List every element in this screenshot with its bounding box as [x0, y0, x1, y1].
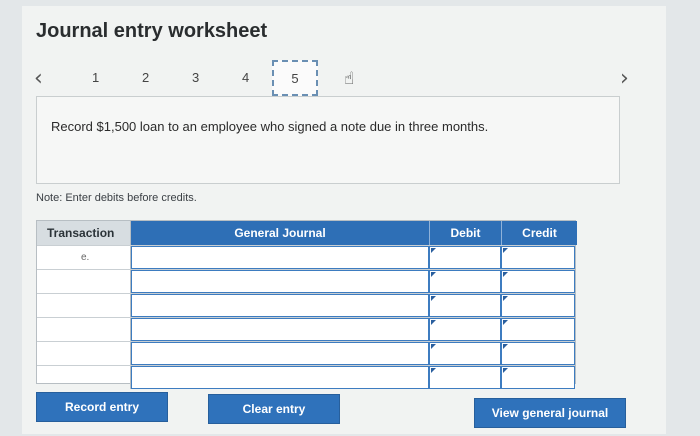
page-title: Journal entry worksheet	[36, 20, 268, 42]
transaction-cell	[37, 294, 131, 317]
step-2[interactable]: 2	[142, 70, 149, 85]
column-header-debit: Debit	[429, 221, 501, 245]
transaction-cell: e.	[37, 246, 131, 269]
step-5-active[interactable]: 5	[272, 60, 318, 96]
debit-input[interactable]	[429, 342, 501, 365]
credit-input[interactable]	[501, 270, 575, 293]
table-row	[37, 317, 575, 341]
column-header-credit: Credit	[501, 221, 577, 245]
transaction-cell	[37, 366, 131, 389]
transaction-cell	[37, 270, 131, 293]
task-text: Record $1,500 loan to an employee who si…	[51, 119, 489, 134]
step-1[interactable]: 1	[92, 70, 99, 85]
journal-entry-table: Transaction General Journal Debit Credit…	[36, 220, 577, 389]
step-navigation: ‹ 1 2 3 4 5 ☝ ›	[30, 58, 650, 98]
instruction-note: Note: Enter debits before credits.	[36, 192, 197, 204]
transaction-cell	[37, 342, 131, 365]
step-3[interactable]: 3	[192, 70, 199, 85]
journal-rows: e.	[37, 245, 575, 389]
account-input[interactable]	[131, 246, 429, 269]
table-row	[37, 293, 575, 317]
debit-input[interactable]	[429, 318, 501, 341]
credit-input[interactable]	[501, 318, 575, 341]
account-input[interactable]	[131, 270, 429, 293]
chevron-right-icon[interactable]: ›	[620, 66, 629, 91]
table-row	[37, 341, 575, 365]
account-input[interactable]	[131, 318, 429, 341]
credit-input[interactable]	[501, 366, 575, 389]
debit-input[interactable]	[429, 366, 501, 389]
clear-entry-button[interactable]: Clear entry	[208, 394, 340, 424]
account-input[interactable]	[131, 342, 429, 365]
debit-input[interactable]	[429, 294, 501, 317]
account-input[interactable]	[131, 366, 429, 389]
debit-input[interactable]	[429, 246, 501, 269]
table-row: e.	[37, 245, 575, 269]
step-4[interactable]: 4	[242, 70, 249, 85]
table-row	[37, 365, 575, 389]
credit-input[interactable]	[501, 342, 575, 365]
transaction-cell	[37, 318, 131, 341]
credit-input[interactable]	[501, 294, 575, 317]
record-entry-button[interactable]: Record entry	[36, 392, 168, 422]
column-header-general-journal: General Journal	[131, 221, 429, 245]
account-input[interactable]	[131, 294, 429, 317]
debit-input[interactable]	[429, 270, 501, 293]
table-row	[37, 269, 575, 293]
column-header-transaction: Transaction	[37, 221, 131, 245]
view-general-journal-button[interactable]: View general journal	[474, 398, 626, 428]
hand-pointer-icon: ☝	[343, 69, 355, 89]
task-description-box: Record $1,500 loan to an employee who si…	[36, 96, 620, 184]
credit-input[interactable]	[501, 246, 575, 269]
